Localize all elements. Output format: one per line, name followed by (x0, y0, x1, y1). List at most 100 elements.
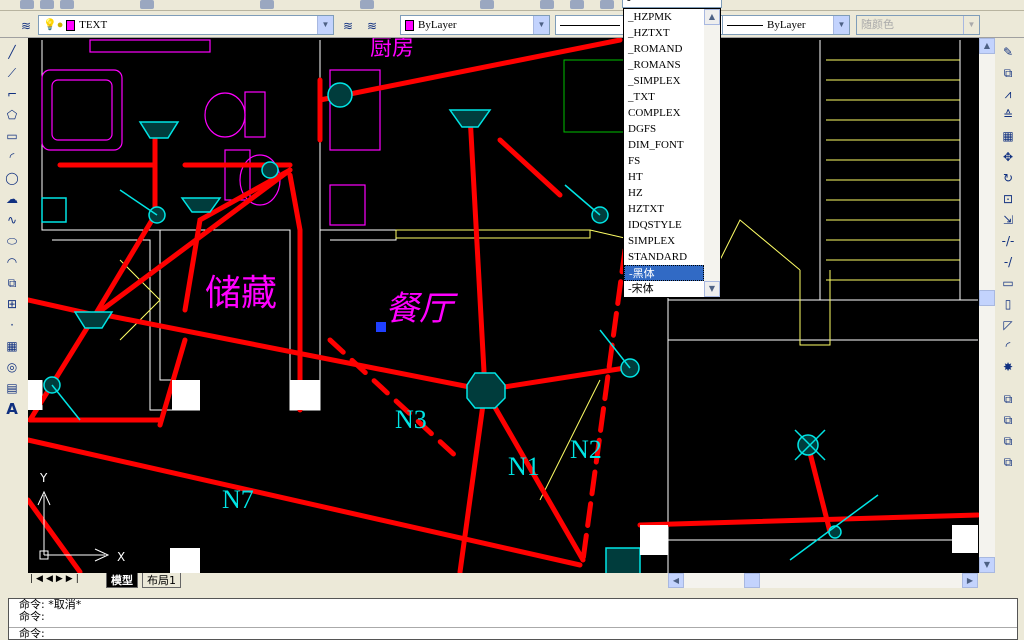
layer-previous-icon[interactable]: ≋ (363, 17, 381, 35)
scroll-up-button[interactable]: ▲ (704, 9, 720, 25)
plotstyle-combo[interactable]: 随颜色 ▼ (856, 15, 980, 35)
insert-block-icon[interactable]: ⧉ (3, 274, 21, 292)
fillet-icon[interactable]: ◜ (999, 337, 1017, 355)
layer-color-swatch (66, 19, 76, 31)
font-option[interactable]: _ROMANS (624, 57, 704, 73)
font-option[interactable]: _HZPMK (624, 9, 704, 25)
open-icon[interactable] (40, 0, 54, 9)
undo-icon[interactable] (260, 0, 274, 9)
new-icon[interactable] (20, 0, 34, 9)
offset-icon[interactable]: ≙ (999, 106, 1017, 124)
chevron-down-icon[interactable]: ▼ (963, 16, 979, 34)
table-icon[interactable]: ▤ (3, 379, 21, 397)
scroll-down-button[interactable]: ▼ (704, 281, 720, 297)
print-icon[interactable] (140, 0, 154, 9)
textstyle-combo[interactable]: - (622, 0, 722, 8)
vertical-scrollbar[interactable]: ▲ ▼ (979, 38, 995, 573)
ellipse-arc-icon[interactable]: ◠ (3, 253, 21, 271)
ellipse-icon[interactable]: ⬭ (3, 232, 21, 250)
scroll-right-button[interactable]: ▶ (962, 573, 978, 588)
font-option[interactable]: SIMPLEX (624, 233, 704, 249)
font-option[interactable]: HZ (624, 185, 704, 201)
rectangle-icon[interactable]: ▭ (3, 127, 21, 145)
trim-icon[interactable]: -/- (999, 232, 1017, 250)
font-option[interactable]: _SIMPLEX (624, 73, 704, 89)
region-icon[interactable]: ◎ (3, 358, 21, 376)
scroll-down-button[interactable]: ▼ (979, 557, 995, 573)
chevron-down-icon[interactable]: ▼ (317, 16, 333, 34)
drawing-canvas[interactable]: 储藏 餐厅 厨房 N3 N1 N2 N7 Y X (28, 38, 979, 573)
circle-icon[interactable]: ◯ (3, 169, 21, 187)
erase-icon[interactable]: ✎ (999, 43, 1017, 61)
scroll-up-button[interactable]: ▲ (979, 38, 995, 54)
zoom-icon[interactable] (540, 0, 554, 9)
pan-icon[interactable] (480, 0, 494, 9)
font-option[interactable]: FS (624, 153, 704, 169)
bring-above-icon[interactable]: ⧉ (999, 453, 1017, 471)
font-option[interactable]: COMPLEX (624, 105, 704, 121)
construction-line-icon[interactable]: ⟋ (3, 64, 21, 82)
scroll-thumb[interactable] (979, 290, 995, 306)
stretch-icon[interactable]: ⇲ (999, 211, 1017, 229)
explode-icon[interactable]: ✸ (999, 358, 1017, 376)
make-current-layer-icon[interactable]: ≋ (339, 17, 357, 35)
draw-order-icon[interactable]: ⧉ (999, 390, 1017, 408)
font-option[interactable]: DGFS (624, 121, 704, 137)
send-back-icon[interactable]: ⧉ (999, 432, 1017, 450)
dropdown-scrollbar[interactable]: ▲ ▼ (704, 9, 720, 297)
horizontal-scrollbar[interactable]: ◀ ▶ (668, 573, 978, 588)
move-icon[interactable]: ✥ (999, 148, 1017, 166)
scroll-left-button[interactable]: ◀ (668, 573, 684, 588)
font-option[interactable]: _TXT (624, 89, 704, 105)
revision-cloud-icon[interactable]: ☁ (3, 190, 21, 208)
chevron-down-icon[interactable]: ▼ (533, 16, 549, 34)
polygon-icon[interactable]: ⬠ (3, 106, 21, 124)
font-option[interactable]: -黑体 (624, 265, 704, 281)
text-font-dropdown-list[interactable]: _HZPMK _HZTXT _ROMAND _ROMANS _SIMPLEX _TXT CO… (623, 8, 721, 298)
polyline-icon[interactable]: ⌐ (3, 85, 21, 103)
extend-icon[interactable]: -/ (999, 253, 1017, 271)
scroll-thumb[interactable] (744, 573, 760, 588)
color-swatch (405, 19, 414, 31)
font-option[interactable]: -宋体 (624, 281, 704, 297)
layout-tabs: |◀◀▶▶| 模型 布局1 (28, 573, 628, 590)
join-icon[interactable]: ▯ (999, 295, 1017, 313)
break-icon[interactable]: ▭ (999, 274, 1017, 292)
hatch-icon[interactable]: ▦ (3, 337, 21, 355)
multiline-text-icon[interactable]: A (3, 400, 21, 418)
font-option[interactable]: HZTXT (624, 201, 704, 217)
command-window[interactable]: 命令: *取消* 命令: 命令: (8, 598, 1018, 640)
layer-combo[interactable]: 💡● TEXT ▼ (38, 15, 334, 35)
color-combo[interactable]: ByLayer ▼ (400, 15, 550, 35)
mirror-icon[interactable]: ⩘ (999, 85, 1017, 103)
make-block-icon[interactable]: ⊞ (3, 295, 21, 313)
font-option[interactable]: _HZTXT (624, 25, 704, 41)
layer-manager-icon[interactable]: ≋ (17, 17, 35, 35)
redo-icon[interactable] (360, 0, 374, 9)
tab-layout1[interactable]: 布局1 (142, 573, 181, 588)
font-option[interactable]: HT (624, 169, 704, 185)
font-option[interactable]: STANDARD (624, 249, 704, 265)
line-icon[interactable]: ╱ (3, 43, 21, 61)
properties-icon[interactable] (570, 0, 584, 9)
chamfer-icon[interactable]: ◸ (999, 316, 1017, 334)
chevron-down-icon[interactable]: ▼ (833, 16, 849, 34)
font-option[interactable]: IDQSTYLE (624, 217, 704, 233)
array-icon[interactable]: ▦ (999, 127, 1017, 145)
tab-model[interactable]: 模型 (106, 573, 138, 588)
arc-icon[interactable]: ◜ (3, 148, 21, 166)
scale-icon[interactable]: ⊡ (999, 190, 1017, 208)
font-option[interactable]: DIM_FONT (624, 137, 704, 153)
copy-icon[interactable]: ⧉ (999, 64, 1017, 82)
point-icon[interactable]: · (3, 316, 21, 334)
rotate-icon[interactable]: ↻ (999, 169, 1017, 187)
font-option[interactable]: _ROMAND (624, 41, 704, 57)
tab-navigation-arrows[interactable]: |◀◀▶▶| (30, 574, 82, 584)
bring-front-icon[interactable]: ⧉ (999, 411, 1017, 429)
lineweight-combo[interactable]: ByLayer ▼ (722, 15, 850, 35)
room-label-kitchen: 厨房 (370, 38, 414, 61)
help-icon[interactable] (600, 0, 614, 9)
save-icon[interactable] (60, 0, 74, 9)
spline-icon[interactable]: ∿ (3, 211, 21, 229)
command-input[interactable]: 命令: (9, 627, 1017, 640)
